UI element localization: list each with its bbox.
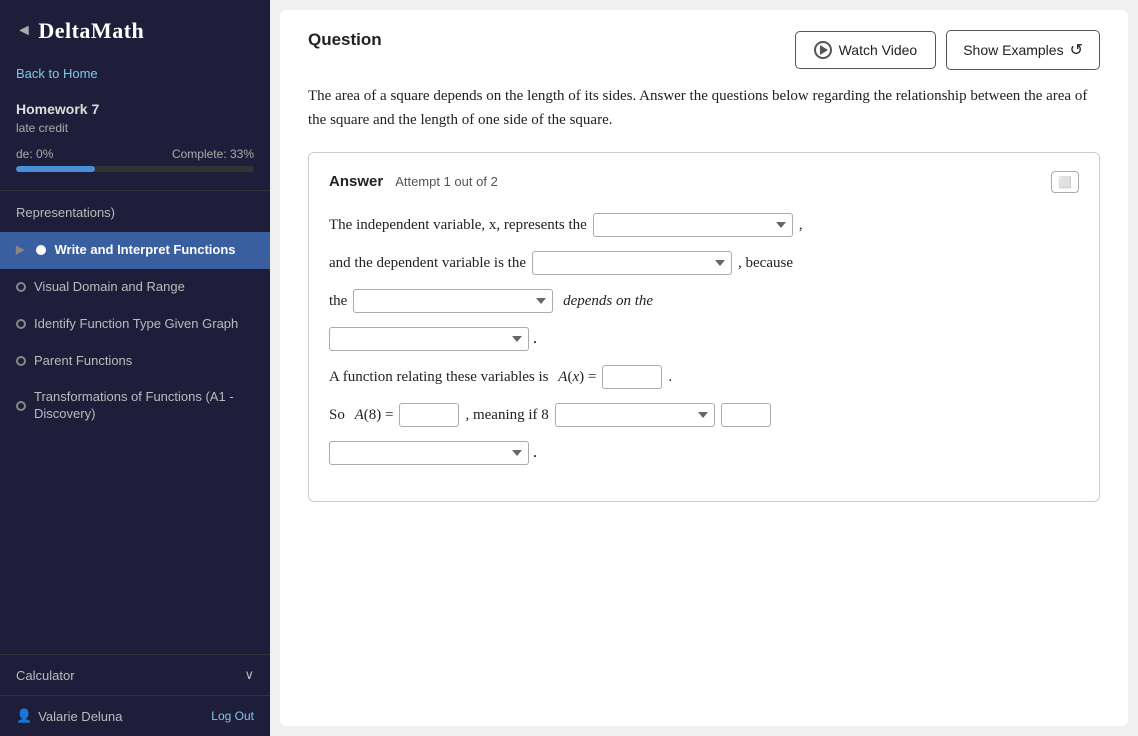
representations-label: Representations)	[16, 205, 115, 222]
progress-bar-bg	[16, 166, 254, 172]
sidebar: ◄ DeltaMath Back to Home Homework 7 late…	[0, 0, 270, 736]
watch-video-label: Watch Video	[839, 42, 918, 58]
logo: ◄ DeltaMath	[0, 0, 270, 58]
calculator-label: Calculator	[16, 668, 75, 683]
active-dot	[36, 245, 46, 255]
line2-prefix: and the dependent variable is the	[329, 255, 526, 272]
question-header: Question Watch Video Show Examples ↺	[308, 30, 1100, 70]
calculator-chevron: ∨	[244, 667, 254, 683]
line1-prefix: The independent variable, x, represents …	[329, 217, 587, 234]
play-icon	[814, 41, 832, 59]
show-examples-label: Show Examples	[963, 42, 1063, 58]
sidebar-item-write-interpret[interactable]: ▶ Write and Interpret Functions	[0, 232, 270, 269]
parent-dot	[16, 356, 26, 366]
calculator-item[interactable]: Calculator ∨	[0, 655, 270, 695]
meaning-select[interactable]	[555, 403, 715, 427]
depends-on-text: depends on the	[559, 293, 653, 310]
final-period: .	[533, 444, 537, 462]
watch-video-button[interactable]: Watch Video	[795, 31, 937, 69]
complete-label: Complete: 33%	[172, 147, 254, 161]
line1-suffix: ,	[799, 217, 803, 234]
final-select[interactable]	[329, 441, 529, 465]
arrow-right-icon: ▶	[16, 243, 24, 257]
answer-label: Answer	[329, 173, 383, 190]
sidebar-item-identify-function[interactable]: Identify Function Type Given Graph	[0, 306, 270, 343]
sidebar-divider-1	[0, 190, 270, 191]
transform-dot	[16, 401, 26, 411]
answer-box: Answer Attempt 1 out of 2 ⬜ The independ…	[308, 152, 1100, 502]
user-item[interactable]: 👤 Valarie Deluna Log Out	[0, 695, 270, 736]
progress-labels: de: 0% Complete: 33%	[16, 147, 254, 161]
function-period: .	[668, 369, 672, 386]
final-dropdown-row: .	[329, 441, 1079, 465]
show-examples-button[interactable]: Show Examples ↺	[946, 30, 1100, 70]
dependent-variable-row: and the dependent variable is the area l…	[329, 251, 1079, 275]
user-name: Valarie Deluna	[38, 709, 122, 724]
sidebar-bottom: Calculator ∨ 👤 Valarie Deluna Log Out	[0, 654, 270, 736]
depends-on-row: the area length of one side depends on t…	[329, 289, 1079, 313]
depends-subject-select[interactable]: area length of one side	[353, 289, 553, 313]
homework-title: Homework 7	[0, 95, 270, 119]
line3-prefix: the	[329, 293, 347, 310]
main-content: Question Watch Video Show Examples ↺ The…	[270, 0, 1138, 736]
depends-object-select[interactable]: length of one side area	[329, 327, 529, 351]
logo-text: DeltaMath	[38, 18, 144, 44]
main-inner: Question Watch Video Show Examples ↺ The…	[280, 10, 1128, 726]
back-to-home-link[interactable]: Back to Home	[0, 58, 270, 95]
period-after-depends: .	[533, 330, 537, 348]
header-buttons: Watch Video Show Examples ↺	[795, 30, 1100, 70]
logout-link[interactable]: Log Out	[211, 709, 254, 723]
homework-subtitle: late credit	[0, 119, 270, 145]
cursor-icon: ↺	[1070, 40, 1083, 60]
function-prefix: A function relating these variables is	[329, 369, 552, 386]
function-row: A function relating these variables is A…	[329, 365, 1079, 389]
visual-domain-dot	[16, 282, 26, 292]
independent-variable-select[interactable]: length of one side area of the square	[593, 213, 793, 237]
function-input[interactable]	[602, 365, 662, 389]
identify-label: Identify Function Type Given Graph	[34, 316, 238, 333]
attempt-label: Attempt 1 out of 2	[395, 174, 498, 189]
progress-bar-fill	[16, 166, 95, 172]
transform-label: Transformations of Functions (A1 - Disco…	[34, 389, 254, 423]
progress-area: de: 0% Complete: 33%	[0, 145, 270, 186]
line2-suffix: , because	[738, 255, 793, 272]
question-label: Question	[308, 30, 382, 50]
play-triangle	[820, 45, 828, 55]
so-function: A(8) =	[355, 407, 394, 424]
sidebar-item-transformations[interactable]: Transformations of Functions (A1 - Disco…	[0, 379, 270, 433]
sidebar-item-representations[interactable]: Representations)	[0, 195, 270, 232]
so-input[interactable]	[399, 403, 459, 427]
so-prefix: So	[329, 407, 349, 424]
function-name: A(x) =	[558, 369, 596, 386]
expand-icon[interactable]: ⬜	[1051, 171, 1079, 193]
so-row: So A(8) = , meaning if 8	[329, 403, 1079, 427]
parent-label: Parent Functions	[34, 353, 132, 370]
depends-object-row: length of one side area .	[329, 327, 1079, 351]
sidebar-item-visual-domain[interactable]: Visual Domain and Range	[0, 269, 270, 306]
identify-dot	[16, 319, 26, 329]
logo-arrow: ◄	[16, 22, 32, 40]
sidebar-item-parent-functions[interactable]: Parent Functions	[0, 343, 270, 380]
dependent-variable-select[interactable]: area length of one side	[532, 251, 732, 275]
answer-header-left: Answer Attempt 1 out of 2	[329, 173, 498, 191]
question-text: The area of a square depends on the leng…	[308, 84, 1100, 132]
user-icon: 👤	[16, 708, 32, 724]
answer-header: Answer Attempt 1 out of 2 ⬜	[329, 171, 1079, 193]
visual-domain-label: Visual Domain and Range	[34, 279, 185, 296]
so-meaning: , meaning if 8	[465, 407, 548, 424]
write-interpret-label: Write and Interpret Functions	[54, 242, 235, 259]
meaning-input[interactable]	[721, 403, 771, 427]
independent-variable-row: The independent variable, x, represents …	[329, 213, 1079, 237]
grade-label: de: 0%	[16, 147, 53, 161]
